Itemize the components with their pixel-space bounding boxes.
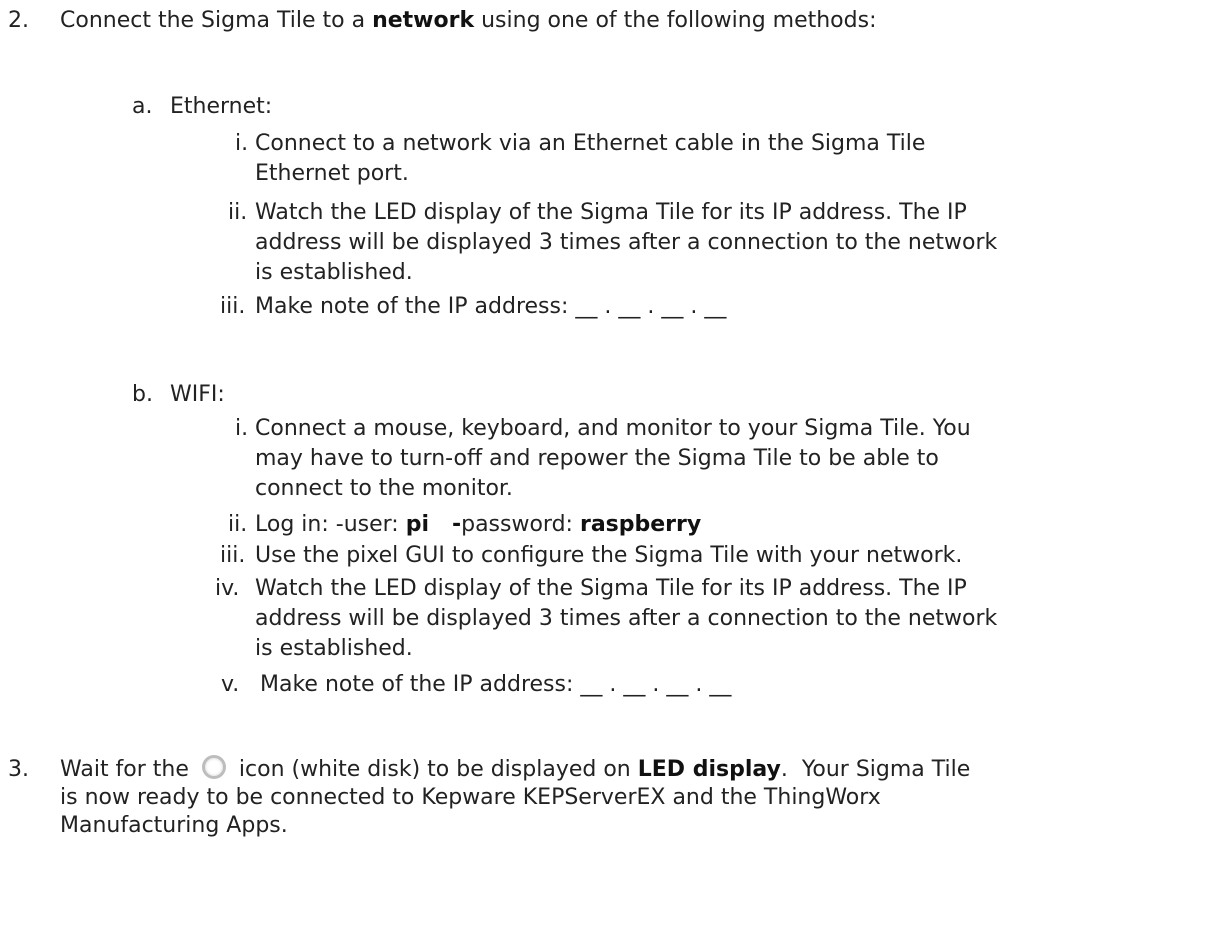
step-2-text: Connect the Sigma Tile to a network usin… bbox=[60, 6, 876, 36]
login-password: raspberry bbox=[579, 512, 702, 537]
wifi-item-2-num: ii. bbox=[228, 512, 248, 537]
wifi-item-1-line-2: may have to turn-off and repower the Sig… bbox=[255, 446, 939, 471]
step-3-text-after: . Your Sigma Tile bbox=[780, 757, 971, 782]
ethernet-letter: a. bbox=[132, 94, 153, 119]
wifi-item-3-line-1: Use the pixel GUI to configure the Sigma… bbox=[255, 543, 963, 568]
wifi-item-3-num: iii. bbox=[220, 543, 246, 568]
ethernet-item-3-line-1: Make note of the IP address: __ . __ . _… bbox=[255, 294, 727, 319]
step-2-bold: network bbox=[372, 8, 475, 33]
ethernet-item-2-line-2: address will be displayed 3 times after … bbox=[255, 230, 998, 255]
wifi-letter: b. bbox=[132, 382, 153, 407]
login-password-label: password: bbox=[461, 512, 580, 537]
login-separator: - bbox=[429, 512, 462, 537]
wifi-item-1-num: i. bbox=[235, 416, 249, 441]
ethernet-item-2-num: ii. bbox=[228, 200, 248, 225]
wifi-item-4-line-3: is established. bbox=[255, 636, 413, 661]
step-3-line-2: is now ready to be connected to Kepware … bbox=[60, 785, 881, 810]
step-3-text-mid: icon (white disk) to be displayed on bbox=[231, 757, 638, 782]
ethernet-item-1-line-2: Ethernet port. bbox=[255, 161, 409, 186]
step-2-text-before: Connect the Sigma Tile to a bbox=[60, 8, 373, 33]
wifi-item-4-line-2: address will be displayed 3 times after … bbox=[255, 606, 998, 631]
wifi-item-1-line-1: Connect a mouse, keyboard, and monitor t… bbox=[255, 416, 971, 441]
ethernet-item-1-line-1: Connect to a network via an Ethernet cab… bbox=[255, 131, 926, 156]
wifi-item-5-line-1: Make note of the IP address: __ . __ . _… bbox=[260, 672, 732, 697]
wifi-item-1-line-3: connect to the monitor. bbox=[255, 476, 513, 501]
wifi-title: WIFI: bbox=[170, 382, 225, 407]
step-3-line-1: Wait for the icon (white disk) to be dis… bbox=[60, 755, 970, 785]
ethernet-item-2-line-1: Watch the LED display of the Sigma Tile … bbox=[255, 200, 967, 225]
wifi-item-5-num: v. bbox=[221, 672, 240, 697]
step-2-number: 2. bbox=[8, 8, 29, 33]
step-2-text-after: using one of the following methods: bbox=[474, 8, 877, 33]
wifi-item-2-line: Log in: -user: pi -password: raspberry bbox=[255, 510, 701, 540]
white-disk-icon bbox=[201, 755, 226, 779]
wifi-item-4-num: iv. bbox=[215, 576, 240, 601]
ethernet-item-3-num: iii. bbox=[220, 294, 246, 319]
step-3-text-before: Wait for the bbox=[60, 757, 196, 782]
ethernet-title: Ethernet: bbox=[170, 94, 273, 119]
step-3-number: 3. bbox=[8, 757, 29, 782]
login-user: pi bbox=[405, 512, 429, 537]
wifi-item-4-line-1: Watch the LED display of the Sigma Tile … bbox=[255, 576, 967, 601]
step-3-bold: LED display bbox=[637, 757, 781, 782]
step-3-line-3: Manufacturing Apps. bbox=[60, 813, 288, 838]
ethernet-item-1-num: i. bbox=[235, 131, 249, 156]
ethernet-item-2-line-3: is established. bbox=[255, 260, 413, 285]
login-prefix: Log in: -user: bbox=[255, 512, 406, 537]
